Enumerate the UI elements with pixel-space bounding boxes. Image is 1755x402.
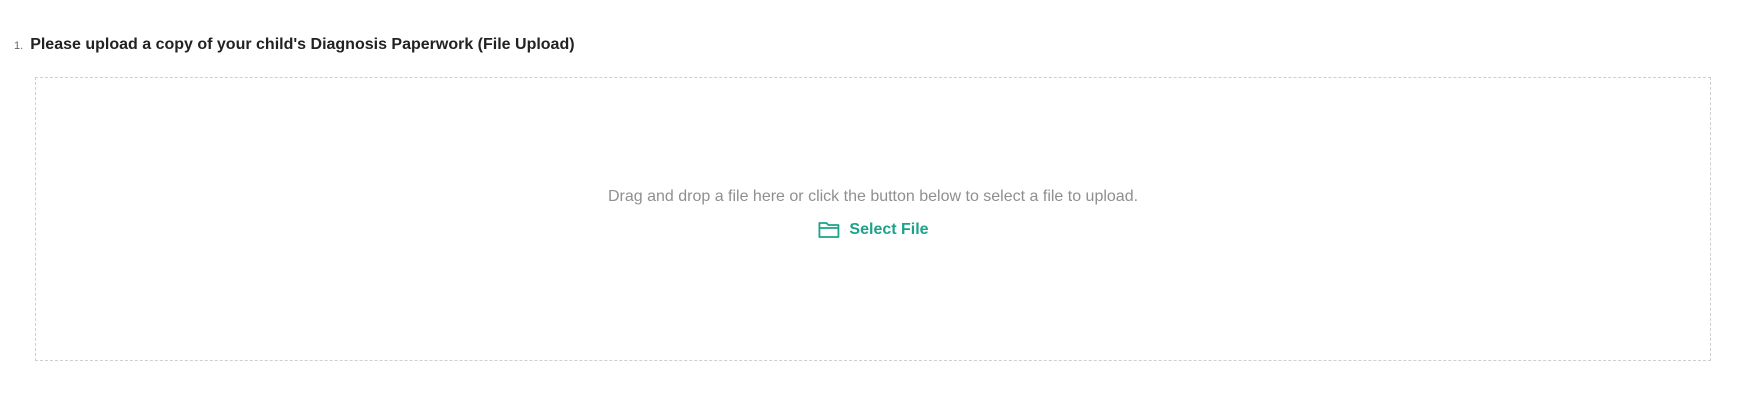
folder-open-icon (817, 220, 841, 240)
file-dropzone[interactable]: Drag and drop a file here or click the b… (35, 77, 1711, 361)
select-file-button[interactable]: Select File (817, 220, 929, 240)
question-header: 1. Please upload a copy of your child's … (14, 36, 575, 54)
question-label: Please upload a copy of your child's Dia… (30, 36, 575, 53)
question-number: 1. (14, 40, 24, 52)
select-file-label: Select File (849, 221, 929, 238)
dropzone-hint: Drag and drop a file here or click the b… (607, 188, 1139, 205)
